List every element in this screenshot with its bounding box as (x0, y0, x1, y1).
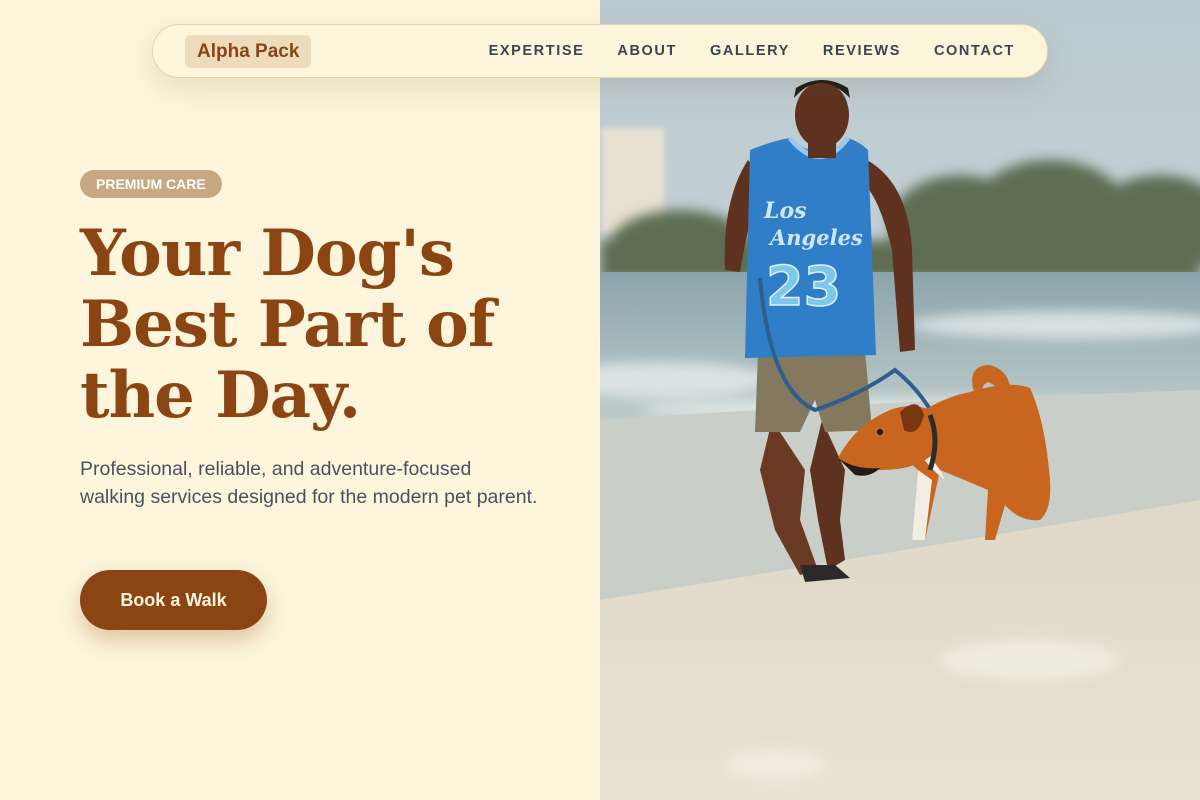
svg-text:23: 23 (766, 255, 841, 318)
alpha-pack-logo[interactable]: Alpha Pack (185, 35, 312, 68)
svg-text:Angeles: Angeles (768, 225, 863, 250)
book-a-walk-button[interactable]: Book a Walk (80, 570, 267, 630)
nav-link-contact[interactable]: CONTACT (934, 43, 1015, 59)
nav-link-about[interactable]: ABOUT (617, 43, 677, 59)
nav-links: EXPERTISE ABOUT GALLERY REVIEWS CONTACT (489, 25, 1015, 77)
hero-panel: PREMIUM CARE Your Dog's Best Part of the… (0, 0, 600, 800)
svg-text:Los: Los (763, 198, 807, 224)
hero-subtext: Professional, reliable, and adventure-fo… (80, 458, 538, 508)
hero-photo: Los Angeles 23 dogwalkerswebsite (600, 0, 1200, 800)
top-navigation: Alpha Pack EXPERTISE ABOUT GALLERY REVIE… (152, 24, 1048, 78)
premium-care-badge: PREMIUM CARE (80, 170, 222, 198)
nav-link-reviews[interactable]: REVIEWS (823, 43, 901, 59)
nav-link-expertise[interactable]: EXPERTISE (489, 43, 585, 59)
nav-link-gallery[interactable]: GALLERY (710, 43, 790, 59)
hero-headline: Your Dog's Best Part of the Day. (80, 216, 495, 433)
beach-dog-walk-illustration: Los Angeles 23 (600, 0, 1200, 800)
